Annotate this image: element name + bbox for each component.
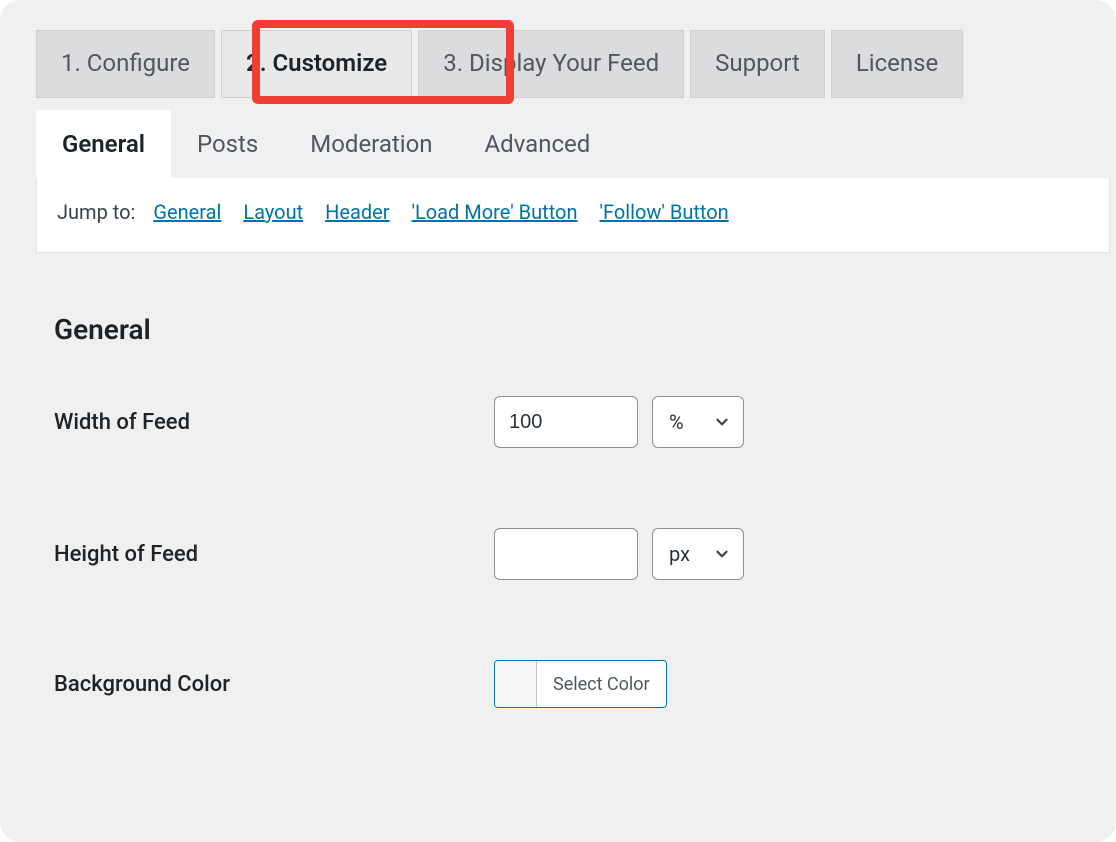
tab-configure[interactable]: 1. Configure	[36, 30, 215, 98]
jump-label: Jump to:	[57, 200, 135, 224]
tab-customize[interactable]: 2. Customize	[221, 30, 412, 98]
subtab-moderation[interactable]: Moderation	[284, 110, 458, 178]
input-width[interactable]	[494, 396, 638, 448]
color-picker-label: Select Color	[537, 661, 666, 707]
tab-display-feed[interactable]: 3. Display Your Feed	[418, 30, 684, 98]
sub-tabs: General Posts Moderation Advanced	[36, 110, 1116, 178]
label-bg-color: Background Color	[54, 672, 494, 697]
tab-license[interactable]: License	[831, 30, 963, 98]
subtab-advanced[interactable]: Advanced	[459, 110, 617, 178]
subtab-general[interactable]: General	[36, 110, 171, 178]
row-width: Width of Feed %	[54, 396, 1116, 448]
input-height[interactable]	[494, 528, 638, 580]
select-height-unit[interactable]: px	[652, 528, 744, 580]
label-width: Width of Feed	[54, 410, 494, 435]
jump-panel: Jump to: General Layout Header 'Load Mor…	[36, 178, 1110, 253]
row-bg-color: Background Color Select Color	[54, 660, 1116, 708]
row-height: Height of Feed px	[54, 528, 1116, 580]
color-picker[interactable]: Select Color	[494, 660, 667, 708]
select-width-unit-value: %	[669, 410, 684, 434]
color-swatch	[495, 661, 537, 707]
chevron-down-icon	[713, 413, 731, 431]
jump-link-follow[interactable]: 'Follow' Button	[599, 200, 728, 224]
primary-tabs: 1. Configure 2. Customize 3. Display You…	[36, 30, 1116, 98]
jump-link-loadmore[interactable]: 'Load More' Button	[412, 200, 578, 224]
jump-link-general[interactable]: General	[153, 200, 221, 224]
tab-support[interactable]: Support	[690, 30, 825, 98]
select-width-unit[interactable]: %	[652, 396, 744, 448]
jump-link-header[interactable]: Header	[325, 200, 389, 224]
jump-link-layout[interactable]: Layout	[243, 200, 303, 224]
subtab-posts[interactable]: Posts	[171, 110, 284, 178]
select-height-unit-value: px	[669, 542, 690, 566]
section-title-general: General	[54, 313, 1116, 346]
label-height: Height of Feed	[54, 542, 494, 567]
chevron-down-icon	[713, 545, 731, 563]
